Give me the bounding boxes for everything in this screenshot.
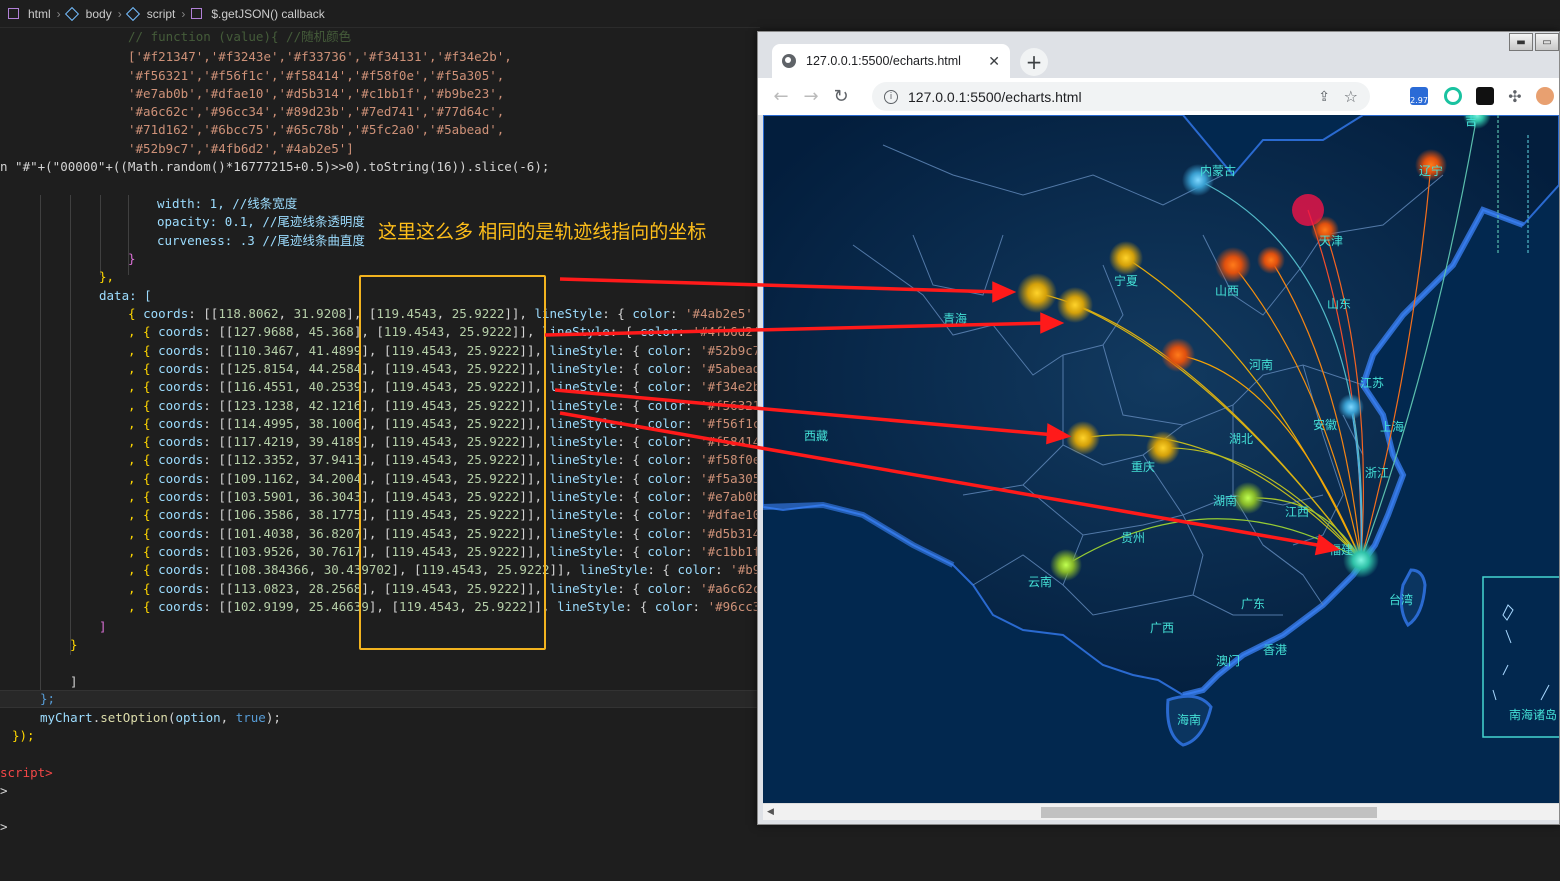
code-line: } <box>70 637 78 652</box>
code-line: '#52b9c7','#4fb6d2','#4ab2e5'] <box>128 141 354 156</box>
echarts-map-viewport[interactable]: 内蒙古 辽宁 吉宁夏山西 天津山东青海河南江苏安徽 上海西藏 湖北重庆 浙江湖南江西福建 贵州… <box>763 115 1559 803</box>
province-label: 内蒙古 <box>1200 163 1236 178</box>
code-line: > <box>0 819 8 834</box>
province-label: 湖南 <box>1213 493 1237 508</box>
element-icon <box>125 6 140 21</box>
code-line: data: [ <box>99 288 152 303</box>
province-label: 南海诸岛 <box>1509 707 1557 722</box>
china-flight-map[interactable]: 内蒙古 辽宁 吉宁夏山西 天津山东青海河南江苏安徽 上海西藏 湖北重庆 浙江湖南江西福建 贵州… <box>763 115 1559 803</box>
code-line: ] <box>99 619 107 634</box>
site-info-icon[interactable]: i <box>884 89 898 104</box>
highlight-box <box>359 275 546 650</box>
province-label: 吉 <box>1465 115 1477 128</box>
chevron-right-icon: › <box>181 6 186 21</box>
province-label: 上海 <box>1380 419 1404 434</box>
maximize-button[interactable]: ▭ <box>1535 33 1559 51</box>
scroll-left-icon[interactable]: ◀ <box>767 807 774 817</box>
code-line: '#f56321','#f56f1c','#f58414','#f58f0e',… <box>128 68 505 83</box>
indent-guide <box>40 195 41 705</box>
extension-grammar-icon[interactable] <box>1444 87 1462 105</box>
indent-guide <box>70 195 71 655</box>
province-label: 重庆 <box>1131 460 1155 474</box>
code-line: '#e7ab0b','#dfae10','#d5b314','#c1bb1f',… <box>128 86 505 101</box>
province-label: 青海 <box>943 311 967 326</box>
close-tab-icon[interactable]: ✕ <box>988 53 1000 70</box>
extension-translate-icon[interactable]: 2.97 <box>1410 87 1428 105</box>
code-line: curveness: .3 //尾迹线条曲直度 <box>157 233 365 248</box>
code-line: width: 1, //线条宽度 <box>157 196 298 211</box>
new-tab-button[interactable]: + <box>1020 48 1048 76</box>
breadcrumb-item-body[interactable]: body <box>86 7 112 21</box>
code-line: }, <box>99 269 115 284</box>
scrollbar-thumb[interactable] <box>1041 807 1377 818</box>
tab-title: 127.0.0.1:5500/echarts.html <box>806 54 961 68</box>
code-line: > <box>0 783 8 798</box>
province-label: 广东 <box>1241 597 1265 611</box>
code-line: } <box>128 251 136 266</box>
element-icon <box>64 6 79 21</box>
horizontal-scrollbar[interactable]: ◀ <box>763 803 1559 820</box>
browser-toolbar: ← → ↻ i 127.0.0.1:5500/echarts.html ⇪ ☆ … <box>758 78 1559 115</box>
extension-tampermonkey-icon[interactable] <box>1476 87 1494 105</box>
province-label: 山西 <box>1215 284 1239 298</box>
profile-avatar[interactable] <box>1536 87 1554 105</box>
code-line: }; <box>40 691 56 706</box>
province-label: 辽宁 <box>1419 163 1443 178</box>
file-icon <box>8 8 19 19</box>
address-bar[interactable]: i 127.0.0.1:5500/echarts.html ⇪ ☆ <box>872 82 1370 111</box>
code-line: script> <box>0 765 53 780</box>
share-icon[interactable]: ⇪ <box>1318 89 1330 105</box>
province-label: 江苏 <box>1360 376 1384 390</box>
province-label: 天津 <box>1319 234 1343 248</box>
province-label: 安徽 <box>1313 417 1337 432</box>
province-label: 福建 <box>1329 542 1353 557</box>
forward-button[interactable]: → <box>796 86 826 107</box>
code-line: ['#f21347','#f3243e','#f33736','#f34131'… <box>128 49 512 64</box>
code-line: '#a6c62c','#96cc34','#89d23b','#7ed741',… <box>128 104 505 119</box>
browser-tab[interactable]: 127.0.0.1:5500/echarts.html ✕ <box>772 44 1010 78</box>
province-label: 西藏 <box>804 429 828 443</box>
breadcrumb: html › body › script › $.getJSON() callback <box>0 0 760 28</box>
extensions-puzzle-icon[interactable]: ✣ <box>1506 87 1524 106</box>
province-label: 海南 <box>1177 712 1201 727</box>
reload-button[interactable]: ↻ <box>826 86 856 107</box>
province-label: 贵州 <box>1121 531 1145 545</box>
bookmark-star-icon[interactable]: ☆ <box>1344 87 1358 106</box>
window-controls: ▬ ▭ <box>1509 33 1559 51</box>
province-label: 宁夏 <box>1114 273 1138 288</box>
breadcrumb-item-callback[interactable]: $.getJSON() callback <box>211 7 324 21</box>
province-label: 浙江 <box>1365 466 1389 480</box>
province-label: 香港 <box>1263 643 1287 657</box>
code-line: '#71d162','#6bcc75','#65c78b','#5fc2a0',… <box>128 122 505 137</box>
province-label: 台湾 <box>1389 592 1413 607</box>
province-label: 江西 <box>1285 505 1309 519</box>
breadcrumb-item-script[interactable]: script <box>147 7 176 21</box>
province-label: 云南 <box>1028 574 1052 589</box>
function-icon <box>191 8 203 19</box>
indent-guide <box>100 195 101 275</box>
browser-window[interactable]: ▬ ▭ 127.0.0.1:5500/echarts.html ✕ + ← → … <box>757 31 1560 825</box>
province-label: 广西 <box>1150 621 1174 635</box>
url-text: 127.0.0.1:5500/echarts.html <box>908 88 1082 105</box>
current-line-highlight <box>0 690 760 708</box>
minimize-button[interactable]: ▬ <box>1509 33 1533 51</box>
globe-icon <box>782 54 796 68</box>
code-line: // function (value){ //随机颜色 <box>128 29 352 44</box>
chevron-right-icon: › <box>117 6 122 21</box>
back-button[interactable]: ← <box>766 86 796 107</box>
province-label: 湖北 <box>1229 431 1253 446</box>
code-line-setoption: myChart.setOption(option, true); <box>40 710 281 725</box>
code-line: opacity: 0.1, //尾迹线条透明度 <box>157 214 365 229</box>
annotation-text: 这里这么多 相同的是轨迹线指向的坐标 <box>378 222 707 243</box>
province-label: 山东 <box>1327 297 1351 311</box>
code-line: ] <box>70 674 78 689</box>
province-label: 河南 <box>1249 357 1273 372</box>
code-line: }); <box>12 728 35 743</box>
province-label: 澳门 <box>1216 653 1240 668</box>
breadcrumb-item-html[interactable]: html <box>28 7 51 21</box>
chevron-right-icon: › <box>56 6 61 21</box>
code-line: n "#"+("00000"+((Math.random()*16777215+… <box>0 159 550 174</box>
